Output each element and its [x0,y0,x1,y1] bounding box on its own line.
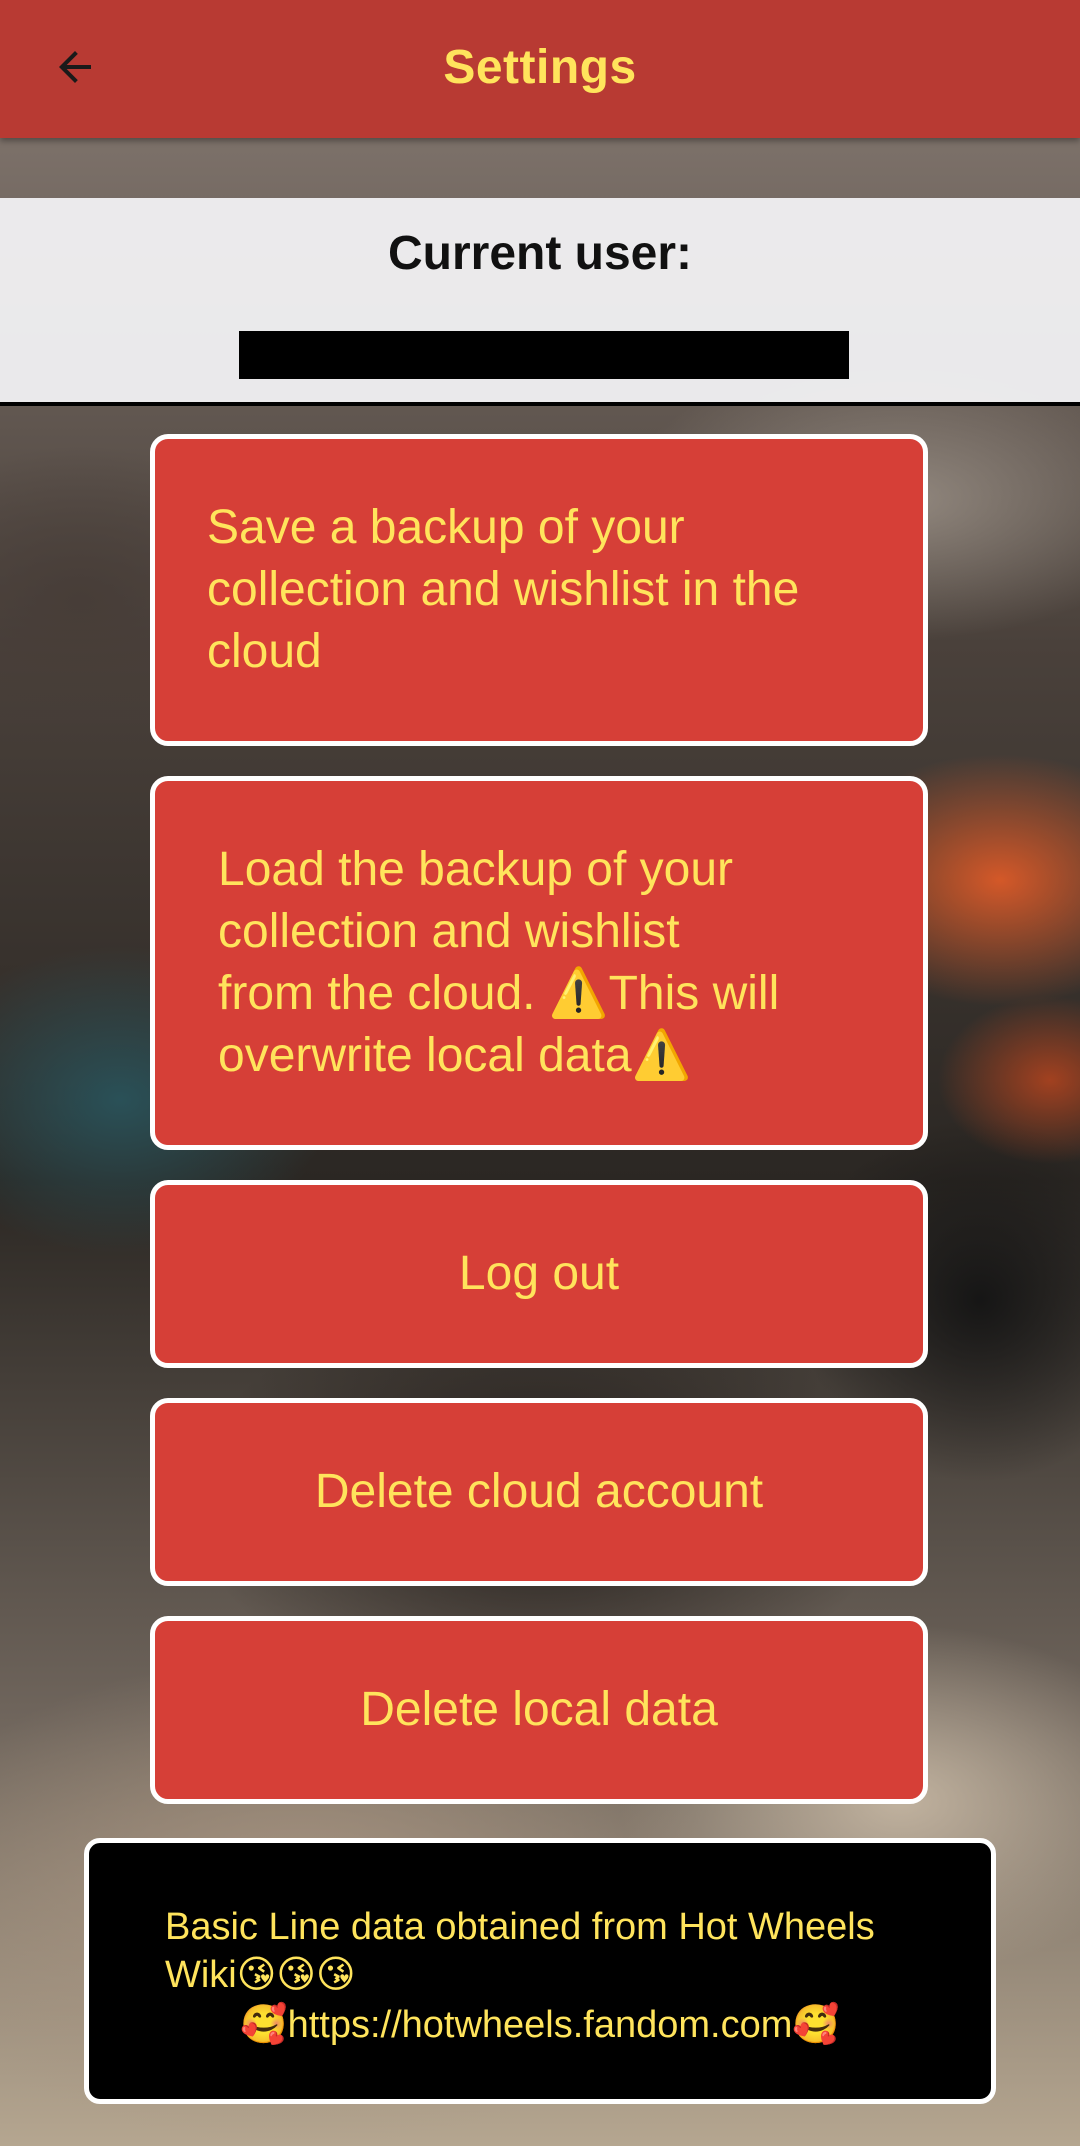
save-backup-label: Save a backup of your collection and wis… [207,501,800,678]
delete-local-data-button[interactable]: Delete local data [150,1616,928,1804]
load-backup-button[interactable]: Load the backup of your collection and w… [150,776,928,1150]
save-backup-button[interactable]: Save a backup of your collection and wis… [150,434,928,746]
current-user-panel: Current user: [0,198,1080,406]
delete-cloud-account-button[interactable]: Delete cloud account [150,1398,928,1586]
current-user-value-redacted [239,331,849,379]
page-title: Settings [443,40,637,94]
credits-text: Basic Line data obtained from Hot Wheels… [165,1906,875,1996]
log-out-label: Log out [458,1247,620,1300]
load-backup-label: Load the backup of your collection and w… [218,843,780,1082]
credits-box: Basic Line data obtained from Hot Wheels… [84,1838,996,2104]
delete-cloud-account-label: Delete cloud account [314,1465,764,1518]
delete-local-data-label: Delete local data [360,1683,718,1736]
app-bar: Settings [0,0,1080,138]
current-user-label: Current user: [387,227,693,280]
log-out-button[interactable]: Log out [150,1180,928,1368]
credits-link[interactable]: 🥰https://hotwheels.fandom.com🥰 [89,2001,991,2049]
